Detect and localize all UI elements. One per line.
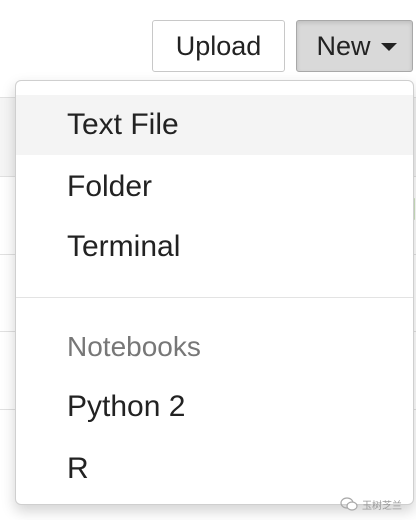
menu-item-text-file[interactable]: Text File: [16, 95, 413, 155]
new-dropdown-menu: Text File Folder Terminal Notebooks Pyth…: [15, 80, 414, 505]
menu-item-label: Terminal: [67, 230, 181, 263]
new-button[interactable]: New: [296, 20, 413, 72]
notebooks-section-header: Notebooks: [16, 322, 413, 372]
watermark-text: 玉树芝兰: [362, 500, 402, 512]
notebooks-header-label: Notebooks: [67, 331, 201, 362]
menu-item-label: R: [67, 452, 89, 485]
upload-button-label: Upload: [175, 30, 262, 61]
menu-item-label: Folder: [67, 170, 153, 203]
new-button-label: New: [316, 30, 371, 61]
menu-item-terminal[interactable]: Terminal: [16, 217, 413, 277]
upload-button[interactable]: Upload: [152, 20, 285, 72]
menu-item-r[interactable]: R: [16, 439, 413, 499]
menu-item-label: Python 2: [67, 390, 186, 423]
chat-bubbles-icon: [340, 497, 358, 511]
menu-item-python-2[interactable]: Python 2: [16, 377, 413, 437]
menu-item-folder[interactable]: Folder: [16, 157, 413, 217]
watermark: 玉树芝兰: [340, 494, 414, 514]
menu-divider: [16, 297, 413, 298]
menu-item-label: Text File: [67, 108, 179, 141]
caret-down-icon: [380, 43, 397, 51]
